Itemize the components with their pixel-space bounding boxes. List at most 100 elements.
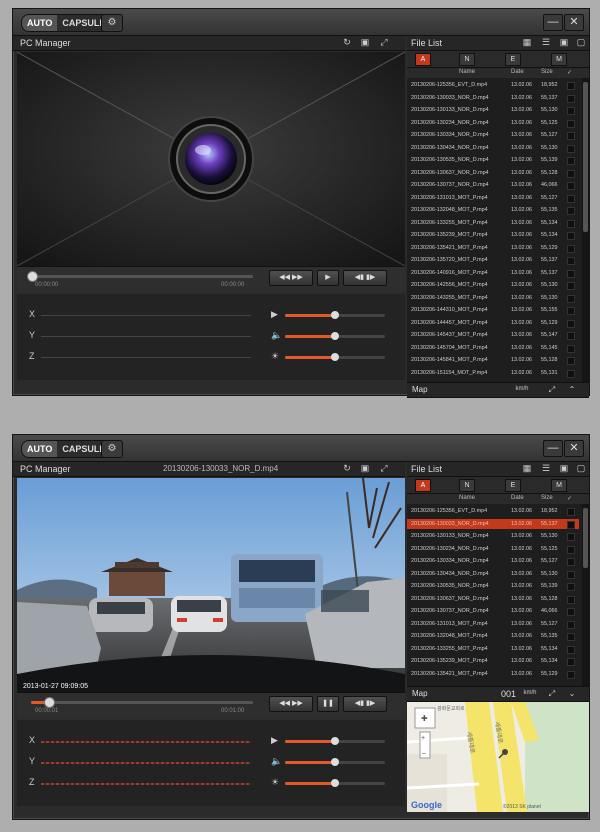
file-checkbox[interactable] (567, 294, 575, 303)
folder-icon[interactable]: ▦ (521, 463, 533, 474)
auto-mode-button[interactable]: AUTO (22, 15, 58, 31)
seek-track[interactable] (31, 275, 253, 278)
list-icon[interactable]: ☰ (540, 463, 552, 474)
file-row[interactable]: 20130206-140916_MOT_P.mp4 13.02.06 55,137 (407, 268, 579, 278)
video-frame[interactable]: 2013-01-27 09:09:05 (17, 478, 405, 692)
file-row[interactable]: 20130206-130234_NOR_D.mp4 13.02.06 55,125 (407, 118, 579, 128)
seek-track[interactable] (31, 701, 253, 704)
settings-gear-icon[interactable]: ⚙ (101, 440, 123, 458)
file-checkbox[interactable] (567, 169, 575, 178)
scroll-thumb[interactable] (583, 82, 588, 232)
file-checkbox[interactable] (567, 645, 575, 654)
file-row[interactable]: 20130206-144457_MOT_P.mp4 13.02.06 55,129 (407, 318, 579, 328)
file-checkbox[interactable] (567, 244, 575, 253)
tab-event[interactable]: E (505, 479, 521, 492)
file-row[interactable]: 20130206-131013_MOT_P.mp4 13.02.06 55,127 (407, 193, 579, 203)
camera-icon[interactable]: ▣ (359, 37, 371, 48)
map-view[interactable]: 세종대로 세종대로 광화문교회로 ✚ + – Google ©2013 SK p… (407, 702, 589, 812)
file-row[interactable]: 20130206-130033_NOR_D.mp4 13.02.06 55,137 (407, 518, 579, 529)
file-checkbox[interactable] (567, 82, 575, 90)
camera-icon[interactable]: ▣ (359, 463, 371, 474)
file-checkbox[interactable] (567, 269, 575, 278)
file-row[interactable]: 20130206-130434_NOR_D.mp4 13.02.06 55,130 (407, 143, 579, 153)
fullscreen-icon[interactable]: ⤢ (378, 37, 390, 48)
file-row[interactable]: 20130206-130234_NOR_D.mp4 13.02.06 55,125 (407, 544, 579, 554)
file-checkbox[interactable] (567, 633, 575, 641)
file-row[interactable]: 20130206-130535_NOR_D.mp4 13.02.06 55,139 (407, 581, 579, 591)
trash-icon[interactable]: ▢ (575, 463, 587, 474)
file-checkbox[interactable] (567, 319, 575, 328)
file-checkbox[interactable] (567, 357, 575, 365)
file-checkbox[interactable] (567, 608, 575, 616)
file-row[interactable]: 20130206-131013_MOT_P.mp4 13.02.06 55,127 (407, 619, 579, 629)
file-checkbox[interactable] (567, 182, 575, 190)
file-row[interactable]: 20130206-145841_MOT_P.mp4 13.02.06 55,128 (407, 355, 579, 365)
file-checkbox[interactable] (567, 144, 575, 153)
file-checkbox[interactable] (567, 307, 575, 315)
expand-map-icon[interactable]: ⤢ (545, 688, 559, 699)
collapse-map-icon[interactable]: ⌃ (565, 384, 579, 395)
tab-normal[interactable]: N (459, 479, 475, 492)
column-name[interactable]: Name (459, 69, 475, 75)
save-icon[interactable]: ▣ (558, 463, 570, 474)
file-checkbox[interactable] (567, 545, 575, 554)
file-checkbox[interactable] (567, 119, 575, 128)
close-button[interactable]: ✕ (564, 440, 584, 457)
expand-map-icon[interactable]: ⤢ (545, 384, 559, 395)
file-checkbox[interactable] (567, 282, 575, 290)
column-date[interactable]: Date (511, 495, 524, 501)
file-row[interactable]: 20130206-130434_NOR_D.mp4 13.02.06 55,130 (407, 569, 579, 579)
close-button[interactable]: ✕ (564, 14, 584, 31)
check-all-icon[interactable]: ✓ (567, 69, 572, 76)
file-row[interactable]: 20130206-135720_MOT_P.mp4 13.02.06 55,137 (407, 255, 579, 265)
prev-next-button[interactable]: ◀▮ ▮▶ (343, 270, 387, 286)
tab-all[interactable]: A (415, 479, 431, 492)
mode-toggle[interactable]: AUTO CAPSULE (21, 14, 112, 32)
file-row[interactable]: 20130206-145437_MOT_P.mp4 13.02.06 55,147 (407, 330, 579, 340)
file-row[interactable]: 20130206-132048_MOT_P.mp4 13.02.06 55,135 (407, 631, 579, 641)
slider-knob[interactable] (331, 353, 339, 361)
file-row[interactable]: 20130206-130334_NOR_D.mp4 13.02.06 55,127 (407, 130, 579, 140)
file-row[interactable]: 20130206-133255_MOT_P.mp4 13.02.06 55,134 (407, 644, 579, 654)
brightness-slider[interactable] (285, 779, 385, 787)
rewind-fastforward-button[interactable]: ◀◀ ▶▶ (269, 270, 313, 286)
save-icon[interactable]: ▣ (558, 37, 570, 48)
tab-all[interactable]: A (415, 53, 431, 66)
rotate-icon[interactable]: ↻ (341, 37, 353, 48)
file-row[interactable]: 20130206-130334_NOR_D.mp4 13.02.06 55,127 (407, 556, 579, 566)
slider-knob[interactable] (331, 332, 339, 340)
seek-knob[interactable] (43, 697, 55, 708)
folder-icon[interactable]: ▦ (521, 37, 533, 48)
settings-gear-icon[interactable]: ⚙ (101, 14, 123, 32)
auto-mode-button[interactable]: AUTO (22, 441, 58, 457)
file-checkbox[interactable] (567, 107, 575, 115)
file-checkbox[interactable] (567, 620, 575, 629)
file-row[interactable]: 20130206-135239_MOT_P.mp4 13.02.06 55,134 (407, 656, 579, 666)
file-row[interactable]: 20130206-130535_NOR_D.mp4 13.02.06 55,139 (407, 155, 579, 165)
column-size[interactable]: Size (541, 495, 553, 501)
file-row[interactable]: 20130206-151154_MOT_P.mp4 13.02.06 55,131 (407, 368, 579, 378)
slider-knob[interactable] (331, 311, 339, 319)
file-checkbox[interactable] (567, 94, 575, 103)
file-checkbox[interactable] (567, 558, 575, 566)
file-checkbox[interactable] (567, 232, 575, 240)
collapse-map-icon[interactable]: ⌄ (565, 688, 579, 699)
slider-knob[interactable] (331, 779, 339, 787)
file-checkbox[interactable] (567, 344, 575, 353)
speed-slider[interactable] (285, 737, 385, 745)
file-row[interactable]: 20130206-144310_MOT_P.mp4 13.02.06 55,155 (407, 305, 579, 315)
file-checkbox[interactable] (567, 132, 575, 140)
tab-normal[interactable]: N (459, 53, 475, 66)
file-checkbox[interactable] (567, 332, 575, 340)
file-row[interactable]: 20130206-130133_NOR_D.mp4 13.02.06 55,130 (407, 531, 579, 541)
file-checkbox[interactable] (567, 520, 575, 529)
file-row[interactable]: 20130206-135421_MOT_P.mp4 13.02.06 55,129 (407, 669, 579, 679)
scroll-thumb[interactable] (583, 508, 588, 568)
minimize-button[interactable]: — (543, 14, 563, 31)
brightness-slider[interactable] (285, 353, 385, 361)
prev-next-button[interactable]: ◀▮ ▮▶ (343, 696, 387, 712)
tab-motion[interactable]: M (551, 53, 567, 66)
file-row[interactable]: 20130206-130637_NOR_D.mp4 13.02.06 55,128 (407, 168, 579, 178)
speed-slider[interactable] (285, 311, 385, 319)
file-checkbox[interactable] (567, 369, 575, 378)
